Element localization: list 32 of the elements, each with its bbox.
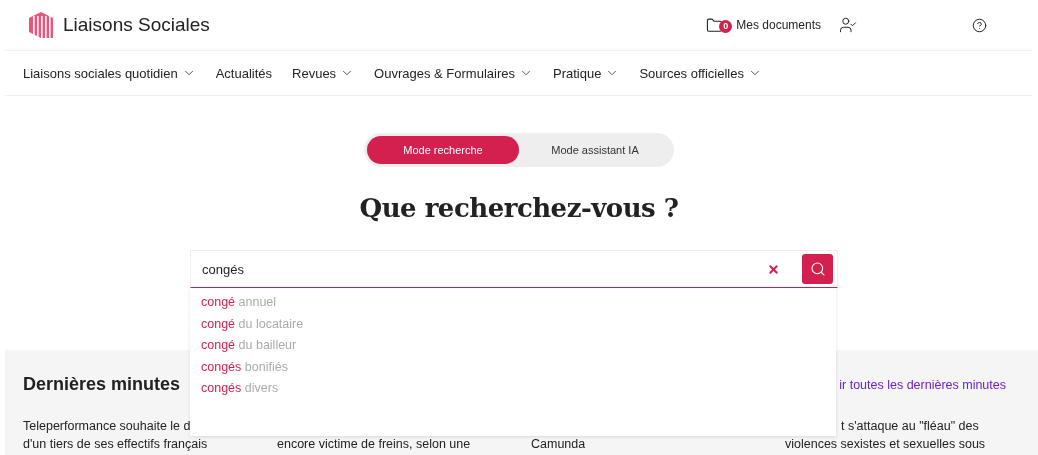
see-all-link[interactable]: ir toutes les dernières minutes [839,377,1006,392]
nav-item[interactable]: Ouvrages & Formulaires [374,65,515,81]
document-count: 0 [719,19,733,33]
suggestion-item[interactable]: congé du locataire [190,315,836,337]
suggestion-item[interactable]: congés divers [190,380,836,402]
brand-name[interactable]: Liaisons Sociales [63,14,210,36]
clear-icon[interactable] [767,262,780,276]
page-title: Que recherchez-vous ? [359,193,679,223]
suggestion-item[interactable]: congés bonifiés [190,358,836,380]
suggestion-item[interactable]: congé du bailleur [190,337,836,359]
news-text[interactable]: encore victime de freins, selon une [277,437,471,451]
news-text[interactable]: d'un tiers de ses effectifs français [23,437,208,451]
search-button[interactable] [802,254,833,284]
section-heading: Dernières minutes [23,374,181,395]
documents-link[interactable]: Mes documents [736,18,821,32]
nav-item[interactable]: Liaisons sociales quotidien [23,65,178,81]
mode-tab[interactable]: Mode assistant IA [519,136,671,164]
account-icon[interactable] [839,16,857,34]
help-icon[interactable] [972,17,987,33]
suggestion-item[interactable]: congé annuel [190,294,836,316]
mode-tab[interactable]: Mode recherche [367,136,519,164]
nav-item[interactable]: Pratique [553,65,602,81]
nav-item[interactable]: Actualités [215,65,273,81]
search-icon [809,261,826,277]
news-text[interactable]: t s'attaque au "fléau" des [841,419,979,433]
nav-item[interactable]: Sources officielles [639,65,744,81]
nav-item[interactable]: Revues [292,65,337,81]
news-text[interactable]: violences sexistes et sexuelles sous [785,437,986,451]
news-text[interactable]: Teleperformance souhaite le d [23,419,191,433]
search-field[interactable]: congés [190,250,838,288]
logo-icon [27,10,55,40]
news-text[interactable]: Camunda [531,437,586,451]
